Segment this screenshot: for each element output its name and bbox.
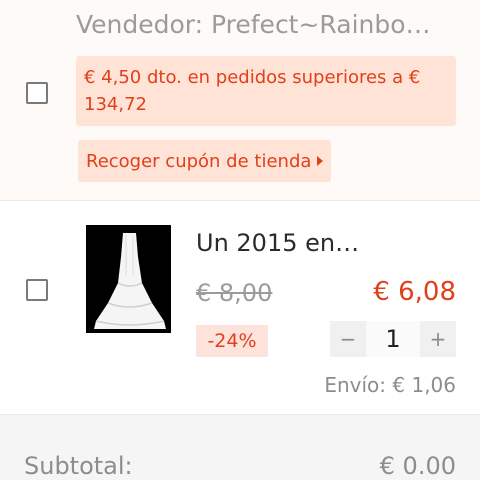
seller-checkbox[interactable] [26,82,48,104]
original-price: € 8,00 [196,279,273,307]
petticoat-image-icon [86,225,171,333]
quantity-stepper: − 1 + [330,321,456,357]
shipping-cost: Envío: € 1,06 [324,373,456,397]
sale-price: € 6,08 [373,277,456,307]
caret-right-icon [317,156,324,166]
promo-banner: € 4,50 dto. en pedidos superiores a € 13… [76,56,456,126]
product-image[interactable] [86,225,171,333]
product-checkbox[interactable] [26,279,48,301]
seller-section: Vendedor: Prefect~Rainbo… € 4,50 dto. en… [0,0,480,200]
quantity-increase-button[interactable]: + [420,321,456,357]
quantity-value[interactable]: 1 [366,321,420,357]
product-card: Un 2015 en… € 8,00 € 6,08 -24% − 1 + Env… [0,201,480,414]
subtotal-value: € 0.00 [379,452,456,480]
divider [0,414,480,415]
collect-coupon-button[interactable]: Recoger cupón de tienda [78,140,332,182]
product-title[interactable]: Un 2015 en… [196,229,386,257]
discount-badge: -24% [196,325,268,357]
seller-name[interactable]: Vendedor: Prefect~Rainbo… [76,10,456,39]
quantity-decrease-button[interactable]: − [330,321,366,357]
coupon-label: Recoger cupón de tienda [86,150,312,172]
subtotal-label: Subtotal: [24,452,133,480]
